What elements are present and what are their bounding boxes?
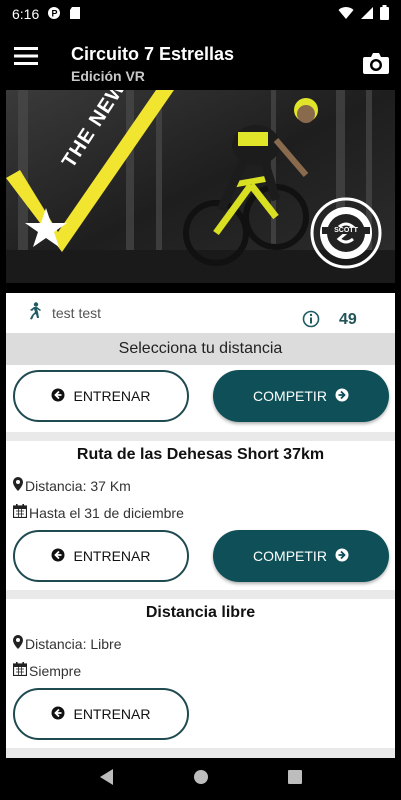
back-icon[interactable] [99, 768, 114, 790]
page-subtitle: Edición VR [71, 68, 145, 84]
wifi-icon [338, 6, 354, 23]
map-marker-icon [13, 477, 23, 494]
train-label: ENTRENAR [73, 706, 151, 722]
arrow-right-circle-icon [335, 548, 349, 565]
status-bar: 6:16 P [0, 0, 401, 28]
train-label: ENTRENAR [73, 548, 151, 564]
route-train-button[interactable]: ENTRENAR [13, 530, 189, 582]
route-train-button[interactable]: ENTRENAR [13, 688, 189, 740]
recents-icon[interactable] [287, 769, 302, 789]
user-row: test test 49 [6, 293, 395, 333]
page-title: Circuito 7 Estrellas [71, 44, 235, 64]
hero-banner: THE NEW RACE SCOTT [6, 90, 395, 283]
route-card-dehesas: Ruta de las Dehesas Short 37km Distancia… [6, 441, 395, 590]
signal-icon [360, 6, 374, 23]
route-title: Distancia libre [145, 604, 256, 621]
route-distance: Distancia: 37 Km [13, 477, 131, 494]
route-card-free: Distancia libre Distancia: Libre Siempre… [6, 599, 395, 748]
route-compete-button[interactable]: COMPETIR [213, 530, 389, 582]
map-marker-icon [13, 635, 23, 652]
camera-icon[interactable] [363, 52, 391, 76]
route-date: Hasta el 31 de diciembre [12, 504, 184, 521]
compete-button[interactable]: COMPETIR [213, 370, 389, 422]
arrow-left-circle-icon [51, 388, 65, 405]
calendar-icon [12, 504, 28, 521]
compete-label: COMPETIR [253, 388, 327, 404]
menu-icon[interactable] [14, 46, 44, 72]
banner-brand: SCOTT [322, 227, 370, 234]
select-distance-title: Selecciona tu distancia [6, 333, 395, 365]
app-notification-icon: P [47, 6, 61, 23]
home-icon[interactable] [193, 769, 209, 790]
train-button[interactable]: ENTRENAR [13, 370, 189, 422]
user-points: 49 [339, 311, 357, 328]
main-content: test test 49 Selecciona tu distancia ENT… [6, 293, 395, 758]
battery-icon [380, 5, 389, 23]
route-distance-text: Distancia: Libre [25, 635, 122, 652]
info-icon[interactable] [302, 310, 320, 328]
svg-text:P: P [52, 8, 58, 18]
route-distance: Distancia: Libre [13, 635, 122, 652]
arrow-right-circle-icon [335, 388, 349, 405]
route-date-text: Siempre [29, 662, 82, 679]
runner-icon [26, 301, 42, 325]
system-nav-bar [0, 758, 401, 800]
arrow-left-circle-icon [51, 548, 65, 565]
general-card: ENTRENAR COMPETIR [6, 365, 395, 432]
compete-label: COMPETIR [253, 548, 327, 564]
route-date: Siempre [12, 662, 82, 679]
route-distance-text: Distancia: 37 Km [25, 477, 131, 494]
route-title: Ruta de las Dehesas Short 37km [76, 446, 325, 463]
app-bar: Circuito 7 Estrellas Edición VR [0, 28, 401, 90]
clock: 6:16 [12, 6, 40, 22]
calendar-icon [12, 662, 28, 679]
train-label: ENTRENAR [73, 388, 151, 404]
sd-card-icon [69, 6, 81, 23]
route-date-text: Hasta el 31 de diciembre [29, 504, 184, 521]
user-name: test test [52, 305, 102, 321]
arrow-left-circle-icon [51, 706, 65, 723]
